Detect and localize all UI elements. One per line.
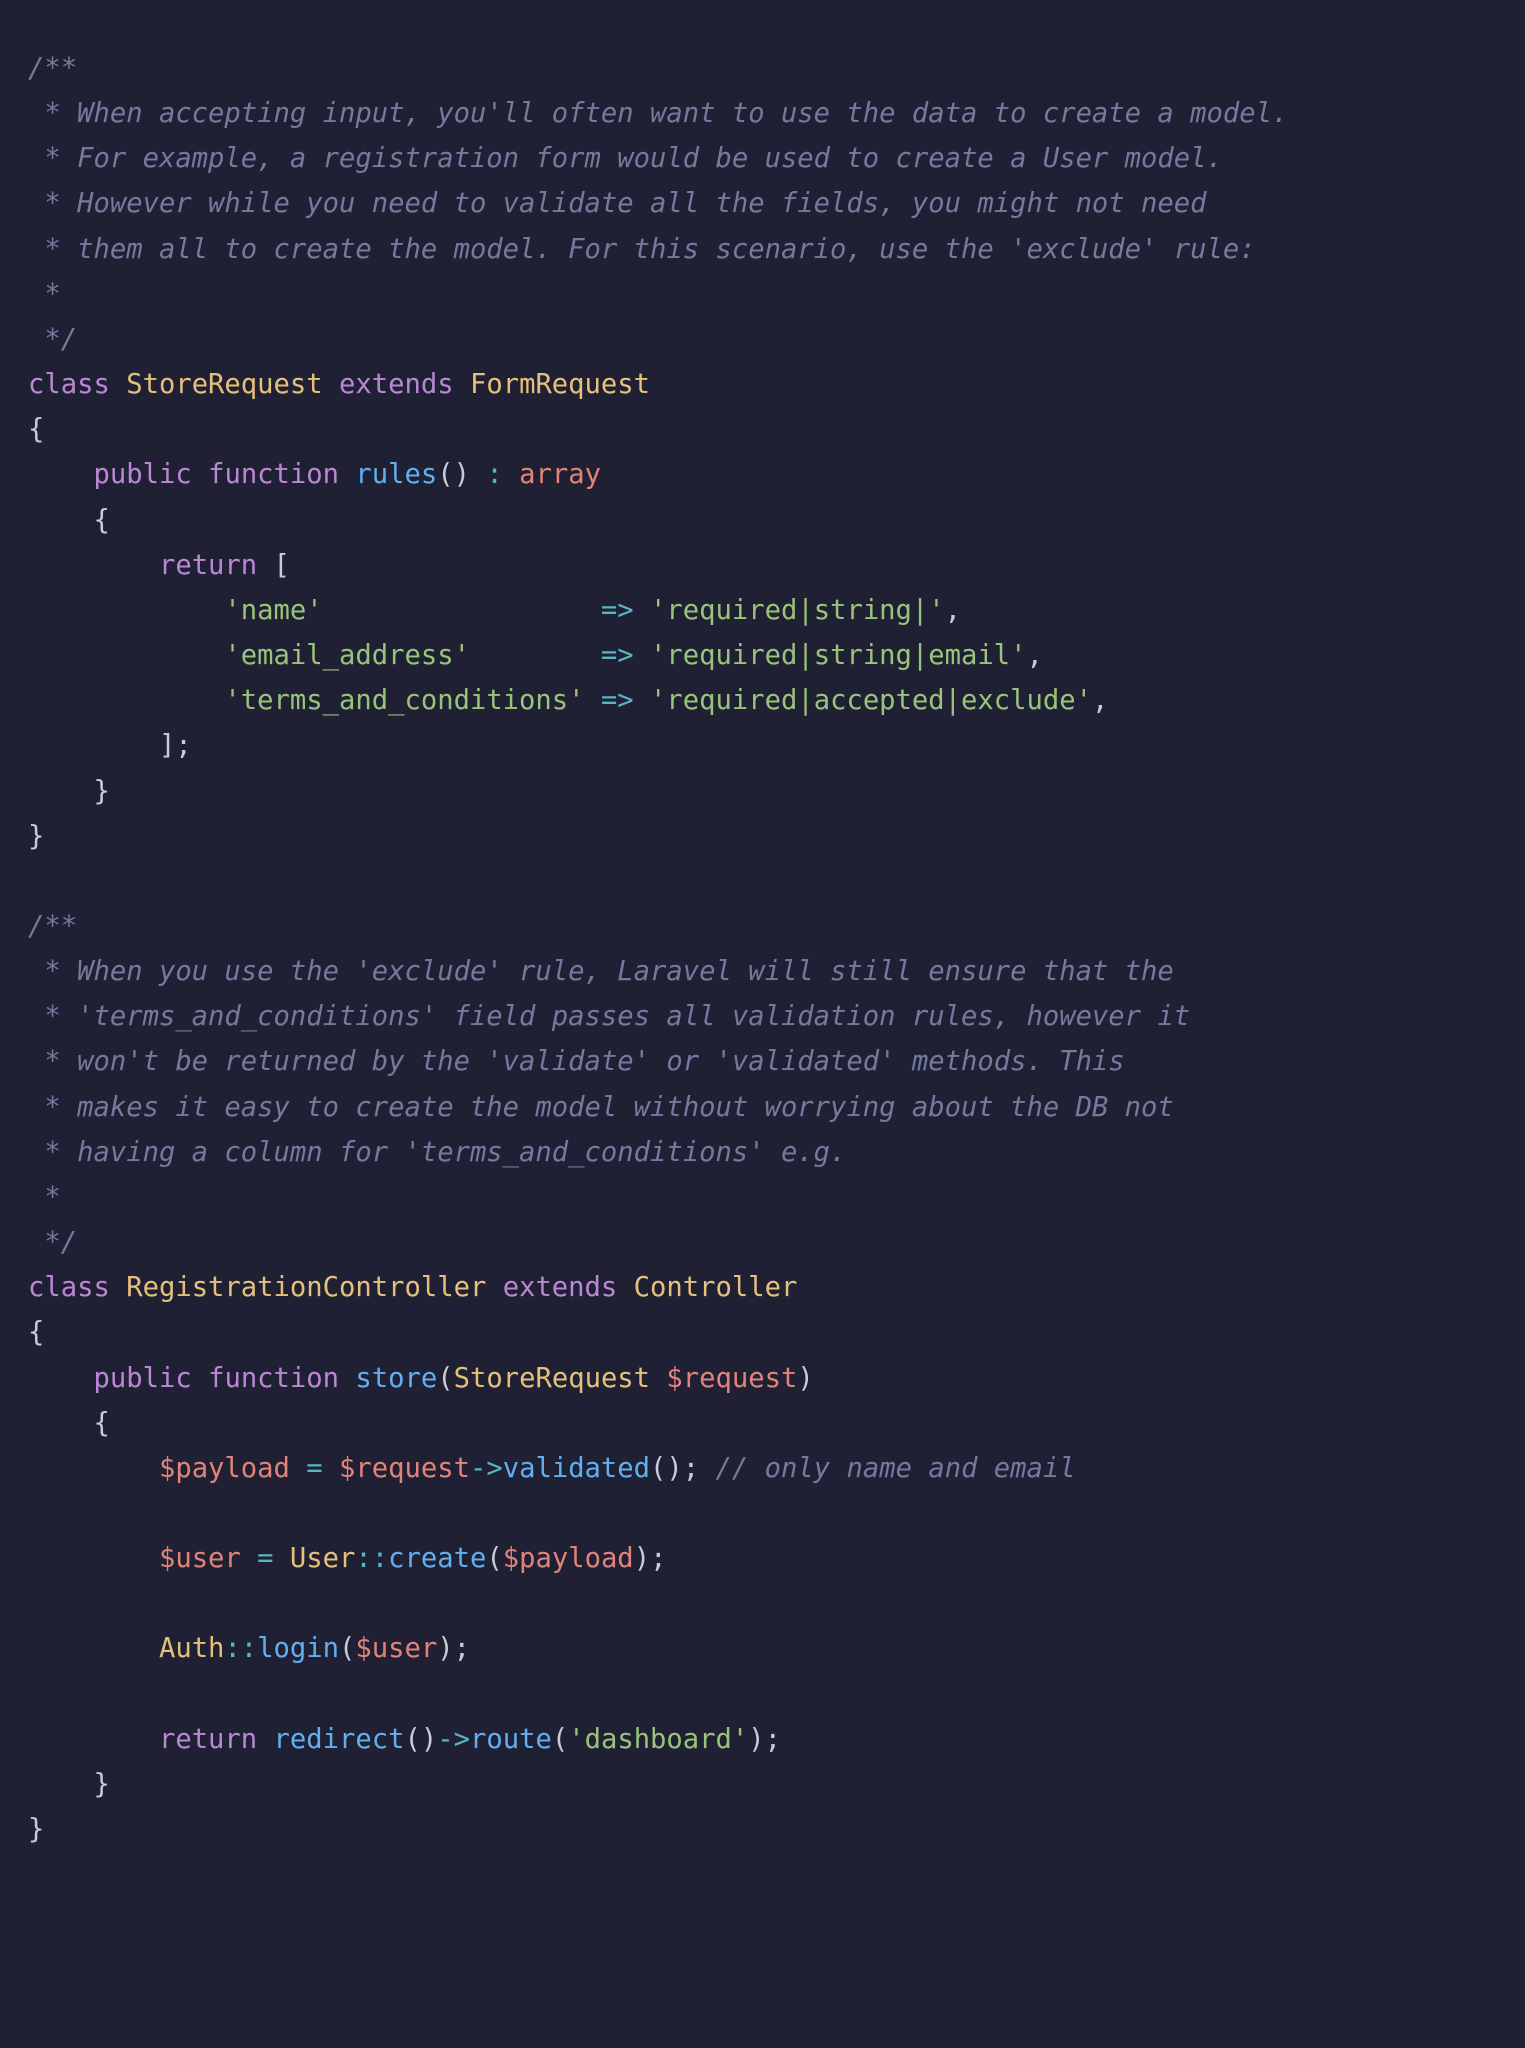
class-name: StoreRequest: [126, 369, 322, 400]
parens: (): [650, 1453, 683, 1484]
keyword-function: function: [208, 459, 339, 490]
assign: =: [241, 1543, 290, 1574]
paren: ): [748, 1724, 764, 1755]
comma: ,: [1092, 685, 1108, 716]
docblock-comment: * won't be returned by the 'validate' or…: [28, 1046, 1125, 1077]
method-call: route: [470, 1724, 552, 1755]
paren: ): [634, 1543, 650, 1574]
arrow: ->: [437, 1724, 470, 1755]
docblock-comment: * 'terms_and_conditions' field passes al…: [28, 1001, 1190, 1032]
keyword-class: class: [28, 369, 110, 400]
assign: =: [290, 1453, 339, 1484]
keyword-extends: extends: [503, 1272, 618, 1303]
parens: (): [405, 1724, 438, 1755]
rule-string: 'required|accepted|exclude': [650, 685, 1092, 716]
brace: }: [28, 821, 44, 852]
function-call: redirect: [274, 1724, 405, 1755]
docblock-comment: *: [28, 1182, 61, 1213]
docblock-comment: * having a column for 'terms_and_conditi…: [28, 1137, 846, 1168]
keyword-class: class: [28, 1272, 110, 1303]
double-colon: ::: [224, 1633, 257, 1664]
variable: $payload: [159, 1453, 290, 1484]
class-name: Auth: [159, 1633, 224, 1664]
paren: (: [339, 1633, 355, 1664]
docblock-comment: * makes it easy to create the model with…: [28, 1092, 1174, 1123]
class-name: FormRequest: [470, 369, 650, 400]
method-call: validated: [503, 1453, 650, 1484]
brace: {: [93, 1408, 109, 1439]
variable: $payload: [503, 1543, 634, 1574]
paren: (: [486, 1543, 502, 1574]
keyword-public: public: [93, 1363, 191, 1394]
arrow: ->: [470, 1453, 503, 1484]
comma: ,: [945, 595, 961, 626]
class-name: User: [290, 1543, 355, 1574]
semicolon: ;: [454, 1633, 470, 1664]
docblock-comment: * For example, a registration form would…: [28, 143, 1223, 174]
brace: }: [93, 776, 109, 807]
variable: $request: [339, 1453, 470, 1484]
bracket: [: [274, 550, 290, 581]
brace: {: [93, 505, 109, 536]
function-name: store: [355, 1363, 437, 1394]
code-block: /** * When accepting input, you'll often…: [0, 0, 1525, 1898]
rule-string: 'required|string|email': [650, 640, 1026, 671]
fat-arrow: =>: [601, 595, 634, 626]
docblock-comment: */: [28, 1227, 77, 1258]
keyword-public: public: [93, 459, 191, 490]
brace: {: [28, 414, 44, 445]
paren: (: [552, 1724, 568, 1755]
array-key: 'terms_and_conditions': [224, 685, 584, 716]
semicolon: ;: [765, 1724, 781, 1755]
paren: ): [797, 1363, 813, 1394]
variable: $user: [355, 1633, 437, 1664]
docblock-comment: * them all to create the model. For this…: [28, 234, 1256, 265]
docblock-comment: /**: [28, 911, 77, 942]
brace: }: [93, 1769, 109, 1800]
variable: $request: [666, 1363, 797, 1394]
inline-comment: // only name and email: [716, 1453, 1076, 1484]
paren: (: [437, 1363, 453, 1394]
rule-string: 'required|string|': [650, 595, 945, 626]
array-key: 'name': [224, 595, 322, 626]
param-type: StoreRequest: [454, 1363, 650, 1394]
parens: (): [437, 459, 470, 490]
method-call: create: [388, 1543, 486, 1574]
semicolon: ;: [683, 1453, 699, 1484]
keyword-extends: extends: [339, 369, 454, 400]
bracket-close: ];: [159, 730, 192, 761]
array-key: 'email_address': [224, 640, 470, 671]
class-name: RegistrationController: [126, 1272, 486, 1303]
docblock-comment: /**: [28, 53, 77, 84]
brace: }: [28, 1814, 44, 1845]
docblock-comment: * However while you need to validate all…: [28, 188, 1207, 219]
brace: {: [28, 1317, 44, 1348]
class-name: Controller: [634, 1272, 798, 1303]
fat-arrow: =>: [601, 640, 634, 671]
function-name: rules: [355, 459, 437, 490]
keyword-function: function: [208, 1363, 339, 1394]
method-call: login: [257, 1633, 339, 1664]
fat-arrow: =>: [601, 685, 634, 716]
docblock-comment: *: [28, 279, 61, 310]
return-type: array: [519, 459, 601, 490]
docblock-comment: * When accepting input, you'll often wan…: [28, 98, 1288, 129]
type-colon: :: [470, 459, 519, 490]
docblock-comment: * When you use the 'exclude' rule, Larav…: [28, 956, 1174, 987]
paren: ): [437, 1633, 453, 1664]
comma: ,: [1027, 640, 1043, 671]
docblock-comment: */: [28, 324, 77, 355]
keyword-return: return: [159, 550, 257, 581]
semicolon: ;: [650, 1543, 666, 1574]
variable: $user: [159, 1543, 241, 1574]
keyword-return: return: [159, 1724, 257, 1755]
string-literal: 'dashboard': [568, 1724, 748, 1755]
double-colon: ::: [355, 1543, 388, 1574]
